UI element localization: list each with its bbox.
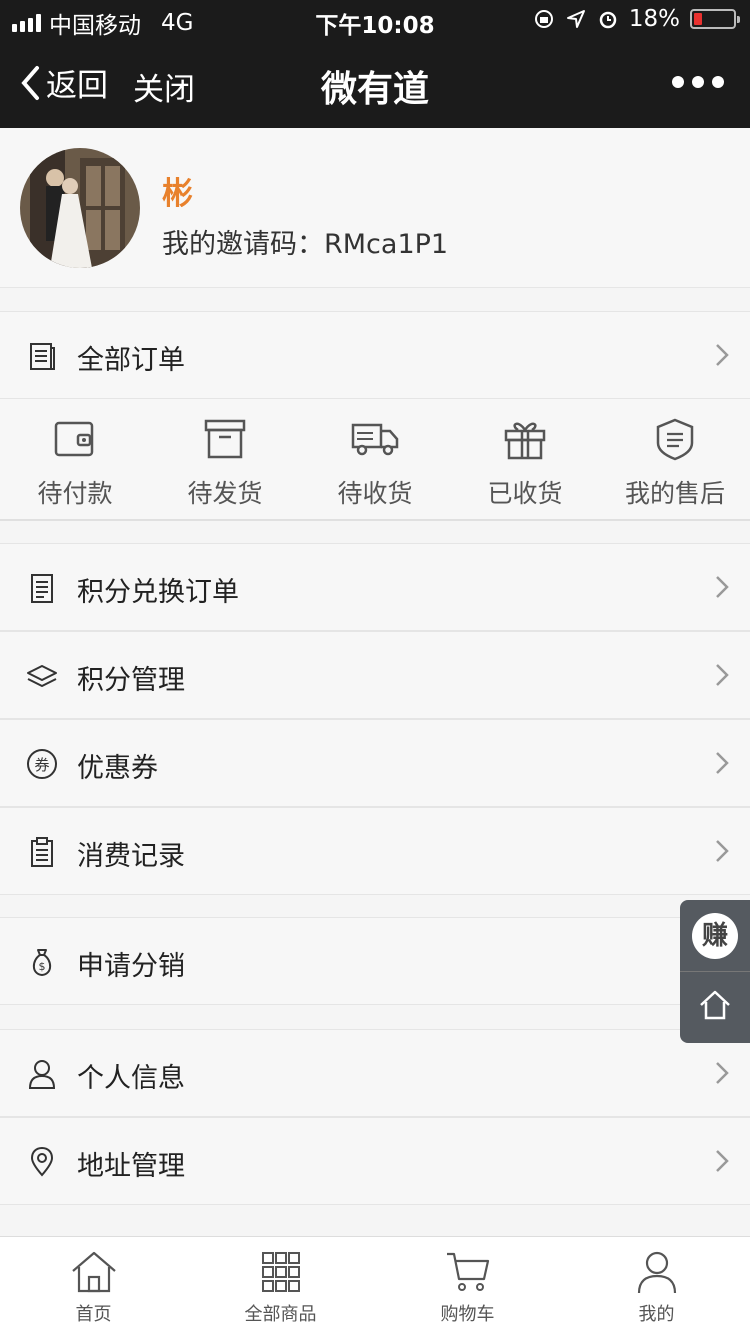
back-button[interactable]: 返回 bbox=[20, 60, 108, 105]
divider bbox=[680, 971, 750, 972]
chevron-right-icon bbox=[716, 344, 729, 366]
chevron-right-icon bbox=[716, 1150, 729, 1172]
more-button[interactable] bbox=[672, 76, 724, 88]
order-status-bar: 待付款 待发货 待收货 已收货 我的售后 bbox=[0, 399, 750, 521]
tab-all-products[interactable]: 全部商品 bbox=[187, 1237, 374, 1334]
pending-receipt-button[interactable]: 待收货 bbox=[300, 399, 450, 521]
tab-home[interactable]: 首页 bbox=[0, 1237, 187, 1334]
tab-cart[interactable]: 购物车 bbox=[374, 1237, 561, 1334]
coupons-label: 优惠券 bbox=[77, 753, 158, 784]
pending-payment-button[interactable]: 待付款 bbox=[0, 399, 150, 521]
home-float-button[interactable] bbox=[698, 988, 732, 1022]
tab-mine[interactable]: 我的 bbox=[563, 1237, 750, 1334]
chevron-right-icon bbox=[716, 1062, 729, 1084]
shield-icon bbox=[656, 418, 694, 461]
cart-icon bbox=[447, 1252, 490, 1291]
coupon-icon: 券 bbox=[27, 749, 57, 779]
points-manage-row[interactable]: 积分管理 bbox=[0, 631, 750, 719]
distribution-label: 申请分销 bbox=[77, 951, 185, 982]
chevron-right-icon bbox=[716, 752, 729, 774]
money-bag-icon: $ bbox=[32, 949, 52, 977]
address-row[interactable]: 地址管理 bbox=[0, 1117, 750, 1205]
svg-text:券: 券 bbox=[34, 756, 49, 774]
user-name: 彬 bbox=[162, 176, 193, 212]
points-manage-label: 积分管理 bbox=[77, 665, 185, 696]
svg-text:$: $ bbox=[39, 960, 46, 973]
earn-button[interactable]: 赚 bbox=[692, 913, 738, 959]
alarm-icon bbox=[599, 11, 617, 29]
status-right: 18% bbox=[533, 6, 740, 32]
tab-bar: 首页 全部商品 购物车 我的 bbox=[0, 1236, 750, 1334]
consumption-row[interactable]: 消费记录 bbox=[0, 807, 750, 895]
tab-mine-label: 我的 bbox=[638, 1304, 675, 1325]
pending-receipt-label: 待收货 bbox=[337, 479, 413, 508]
received-button[interactable]: 已收货 bbox=[450, 399, 600, 521]
tab-home-label: 首页 bbox=[75, 1304, 112, 1325]
floating-panel: 赚 bbox=[680, 900, 750, 1043]
received-label: 已收货 bbox=[487, 479, 563, 508]
orders-document-icon bbox=[30, 343, 55, 370]
page-title: 微有道 bbox=[320, 69, 429, 110]
avatar-image bbox=[20, 148, 140, 268]
clipboard-icon bbox=[31, 837, 53, 867]
after-sales-label: 我的售后 bbox=[624, 479, 725, 508]
address-label: 地址管理 bbox=[77, 1151, 185, 1182]
chevron-right-icon bbox=[716, 576, 729, 598]
distribution-row[interactable]: $ 申请分销 bbox=[0, 917, 750, 1005]
layers-icon bbox=[27, 665, 57, 687]
gift-icon bbox=[504, 422, 546, 460]
pending-payment-label: 待付款 bbox=[37, 479, 113, 508]
wallet-icon bbox=[54, 421, 94, 457]
coupons-row[interactable]: 券 优惠券 bbox=[0, 719, 750, 807]
battery-icon bbox=[690, 9, 740, 29]
pending-shipment-button[interactable]: 待发货 bbox=[150, 399, 300, 521]
points-orders-label: 积分兑换订单 bbox=[77, 577, 239, 608]
chevron-right-icon bbox=[716, 840, 729, 862]
personal-info-label: 个人信息 bbox=[77, 1063, 185, 1094]
user-icon bbox=[28, 1060, 56, 1089]
status-bar: 中国移动 4G 下午10:08 18% bbox=[0, 0, 750, 40]
avatar[interactable] bbox=[20, 148, 140, 268]
tab-all-products-label: 全部商品 bbox=[244, 1304, 317, 1325]
back-label: 返回 bbox=[46, 68, 108, 104]
pending-shipment-label: 待发货 bbox=[187, 479, 263, 508]
consumption-label: 消费记录 bbox=[77, 841, 185, 872]
box-icon bbox=[204, 419, 246, 459]
nav-bar: 返回 关闭 微有道 bbox=[0, 40, 750, 128]
after-sales-button[interactable]: 我的售后 bbox=[600, 399, 750, 521]
location-pin-icon bbox=[30, 1146, 54, 1177]
chevron-left-icon bbox=[21, 65, 39, 100]
invite-code: 我的邀请码：RMca1P1 bbox=[162, 229, 449, 260]
profile-card: 彬 我的邀请码：RMca1P1 bbox=[0, 128, 750, 288]
location-icon bbox=[566, 10, 585, 28]
chevron-right-icon bbox=[716, 664, 729, 686]
personal-info-row[interactable]: 个人信息 bbox=[0, 1029, 750, 1117]
all-orders-label: 全部订单 bbox=[77, 345, 185, 376]
rotation-lock-icon bbox=[534, 10, 553, 28]
receipt-icon bbox=[31, 574, 53, 603]
truck-icon bbox=[351, 423, 399, 456]
home-icon bbox=[72, 1251, 116, 1293]
battery-percent: 18% bbox=[628, 6, 680, 32]
close-button[interactable]: 关闭 bbox=[133, 64, 195, 109]
tab-cart-label: 购物车 bbox=[440, 1304, 495, 1325]
grid-icon bbox=[262, 1252, 300, 1292]
points-orders-row[interactable]: 积分兑换订单 bbox=[0, 543, 750, 631]
profile-icon bbox=[637, 1251, 677, 1294]
all-orders-row[interactable]: 全部订单 bbox=[0, 311, 750, 399]
